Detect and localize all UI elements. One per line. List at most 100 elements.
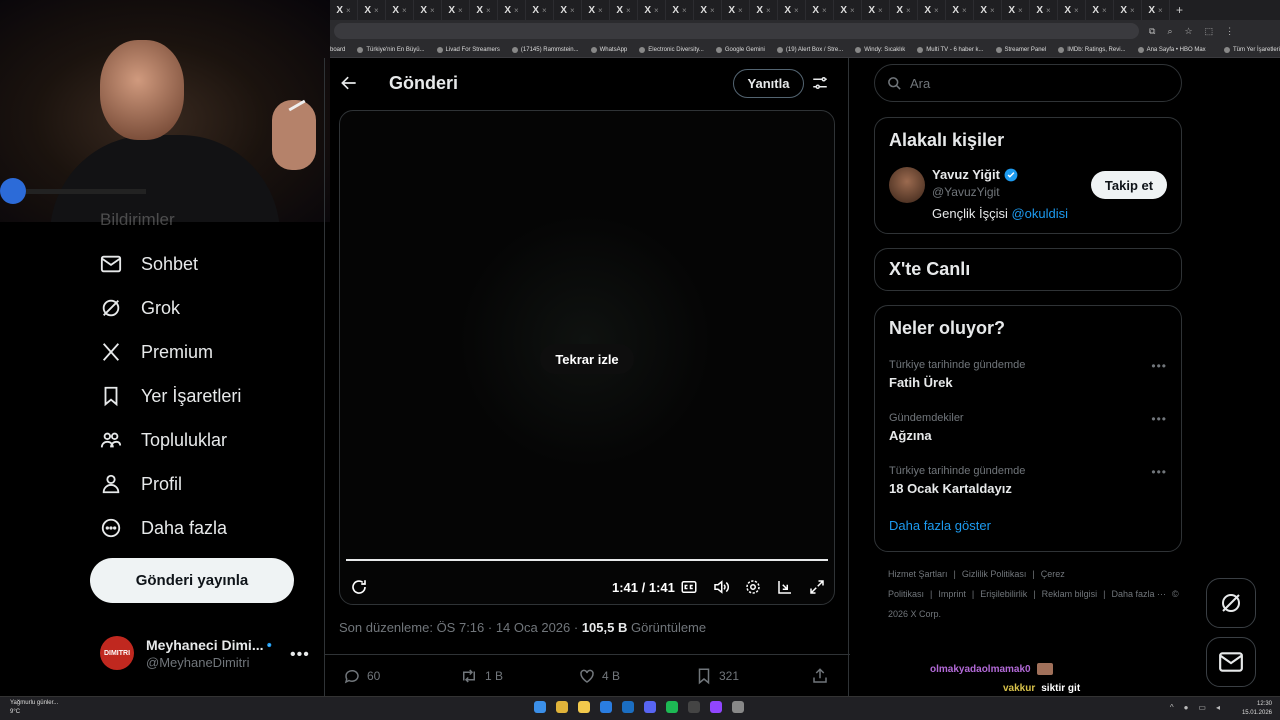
fullscreen-icon[interactable] [808, 578, 826, 596]
bookmark-item[interactable]: (17145) Rammstein... [511, 46, 579, 53]
close-tab-icon[interactable]: × [598, 6, 603, 15]
close-tab-icon[interactable]: × [738, 6, 743, 15]
share-icon[interactable]: ⧉ [1149, 26, 1155, 37]
bookmark-item[interactable]: WhatsApp [590, 46, 627, 53]
bookmark-item[interactable]: Livad For Streamers [436, 46, 500, 53]
browser-tab[interactable]: X × [526, 0, 554, 20]
close-tab-icon[interactable]: × [1074, 6, 1079, 15]
close-tab-icon[interactable]: × [654, 6, 659, 15]
close-tab-icon[interactable]: × [1018, 6, 1023, 15]
app-icon[interactable] [688, 701, 700, 713]
messages-fab[interactable] [1206, 637, 1256, 687]
twitch-icon[interactable] [710, 701, 722, 713]
pip-icon[interactable] [776, 578, 794, 596]
bookmark-item[interactable]: Streamer Panel [995, 46, 1046, 53]
close-tab-icon[interactable]: × [542, 6, 547, 15]
more-dots-icon[interactable]: ••• [1151, 465, 1167, 479]
folder-icon[interactable] [578, 701, 590, 713]
spotify-icon[interactable] [666, 701, 678, 713]
browser-tab[interactable]: X × [666, 0, 694, 20]
browser-tab[interactable]: X × [694, 0, 722, 20]
settings-gear-icon[interactable] [744, 578, 762, 596]
close-tab-icon[interactable]: × [1046, 6, 1051, 15]
menu-icon[interactable]: ⋮ [1225, 26, 1234, 37]
browser-tab[interactable]: X × [778, 0, 806, 20]
bookmark-item[interactable]: Windy: Sıcaklık [855, 46, 905, 53]
show-more-link[interactable]: Daha fazla göster [889, 518, 1167, 533]
bookmark-item[interactable]: IMDb: Ratings, Revi... [1058, 46, 1126, 53]
close-tab-icon[interactable]: × [710, 6, 715, 15]
close-tab-icon[interactable]: × [458, 6, 463, 15]
video-progress-bar[interactable] [346, 559, 828, 561]
browser-tab[interactable]: X × [1058, 0, 1086, 20]
post-button[interactable]: Gönderi yayınla [90, 558, 294, 603]
bookmark-action[interactable]: 321 [695, 667, 739, 685]
more-dots-icon[interactable]: ••• [1151, 359, 1167, 373]
browser-tab[interactable]: X × [330, 0, 358, 20]
close-tab-icon[interactable]: × [1130, 6, 1135, 15]
footer-link[interactable]: Imprint [938, 589, 966, 599]
extensions-icon[interactable]: ⬚ [1205, 26, 1214, 37]
nav-item-grok[interactable]: Grok [100, 286, 241, 330]
close-tab-icon[interactable]: × [626, 6, 631, 15]
nav-item-premium[interactable]: Premium [100, 330, 241, 374]
steam-icon[interactable] [622, 701, 634, 713]
close-tab-icon[interactable]: × [822, 6, 827, 15]
captions-icon[interactable] [680, 578, 698, 596]
browser-tab[interactable]: X × [442, 0, 470, 20]
discord-icon[interactable] [644, 701, 656, 713]
browser-tab[interactable]: X × [862, 0, 890, 20]
star-icon[interactable]: ☆ [1184, 26, 1192, 37]
live-card[interactable]: X'te Canlı [874, 248, 1182, 291]
browser-tab[interactable]: X × [946, 0, 974, 20]
nav-item-bookmarks[interactable]: Yer İşaretleri [100, 374, 241, 418]
battery-icon[interactable]: ▭ [1198, 703, 1206, 712]
back-arrow-icon[interactable] [339, 73, 359, 93]
account-switcher[interactable]: DIMITRI Meyhaneci Dimi... @MeyhaneDimitr… [100, 636, 309, 670]
volume-icon[interactable]: ◂ [1216, 703, 1220, 712]
search-box[interactable] [874, 64, 1182, 102]
close-tab-icon[interactable]: × [1102, 6, 1107, 15]
browser-tab[interactable]: X × [386, 0, 414, 20]
footer-link[interactable]: Erişilebilirlik [980, 589, 1027, 599]
start-icon[interactable] [534, 701, 546, 713]
more-dots-icon[interactable]: ••• [1151, 412, 1167, 426]
close-tab-icon[interactable]: × [850, 6, 855, 15]
trend-item[interactable]: Türkiye tarihinde gündemde Fatih Ürek ••… [889, 359, 1167, 390]
browser-tab[interactable]: X × [1114, 0, 1142, 20]
close-tab-icon[interactable]: × [990, 6, 995, 15]
nav-item-profile[interactable]: Profil [100, 462, 241, 506]
weather-widget[interactable]: Yağmurlu günler... 9°C [10, 699, 58, 717]
trend-item[interactable]: Gündemdekiler Ağzına ••• [889, 412, 1167, 443]
clock[interactable]: 12:30 15.01.2026 [1242, 700, 1272, 718]
close-tab-icon[interactable]: × [346, 6, 351, 15]
mic-icon[interactable]: ● [1184, 703, 1189, 712]
nav-item-chat[interactable]: Sohbet [100, 242, 241, 286]
close-tab-icon[interactable]: × [514, 6, 519, 15]
browser-tab[interactable]: X × [1142, 0, 1170, 20]
browser-tab[interactable]: X × [414, 0, 442, 20]
bookmark-item[interactable]: board [330, 47, 345, 53]
close-tab-icon[interactable]: × [682, 6, 687, 15]
footer-link[interactable]: Gizlilik Politikası [962, 569, 1027, 579]
bookmark-item[interactable]: Electronic Diversity... [639, 46, 704, 53]
bookmark-item[interactable]: (19) Alert Box / Stre... [776, 46, 843, 53]
close-tab-icon[interactable]: × [766, 6, 771, 15]
close-tab-icon[interactable]: × [934, 6, 939, 15]
footer-link[interactable]: Hizmet Şartları [888, 569, 948, 579]
browser-tab[interactable]: X × [750, 0, 778, 20]
more-dots-icon[interactable]: ••• [290, 646, 310, 664]
trend-item[interactable]: Türkiye tarihinde gündemde 18 Ocak Karta… [889, 465, 1167, 496]
browser-tab[interactable]: X × [722, 0, 750, 20]
avatar[interactable] [889, 167, 925, 203]
reply-action[interactable]: 60 [343, 667, 380, 685]
close-tab-icon[interactable]: × [374, 6, 379, 15]
replay-icon[interactable] [350, 578, 368, 596]
browser-tab[interactable]: X × [1086, 0, 1114, 20]
nav-item-communities[interactable]: Topluluklar [100, 418, 241, 462]
volume-icon[interactable] [712, 578, 730, 596]
search-input[interactable] [910, 75, 1150, 91]
browser-tab[interactable]: X × [554, 0, 582, 20]
browser-tab[interactable]: X × [834, 0, 862, 20]
bookmark-item[interactable]: Türkiye'nin En Büyü... [357, 46, 425, 53]
